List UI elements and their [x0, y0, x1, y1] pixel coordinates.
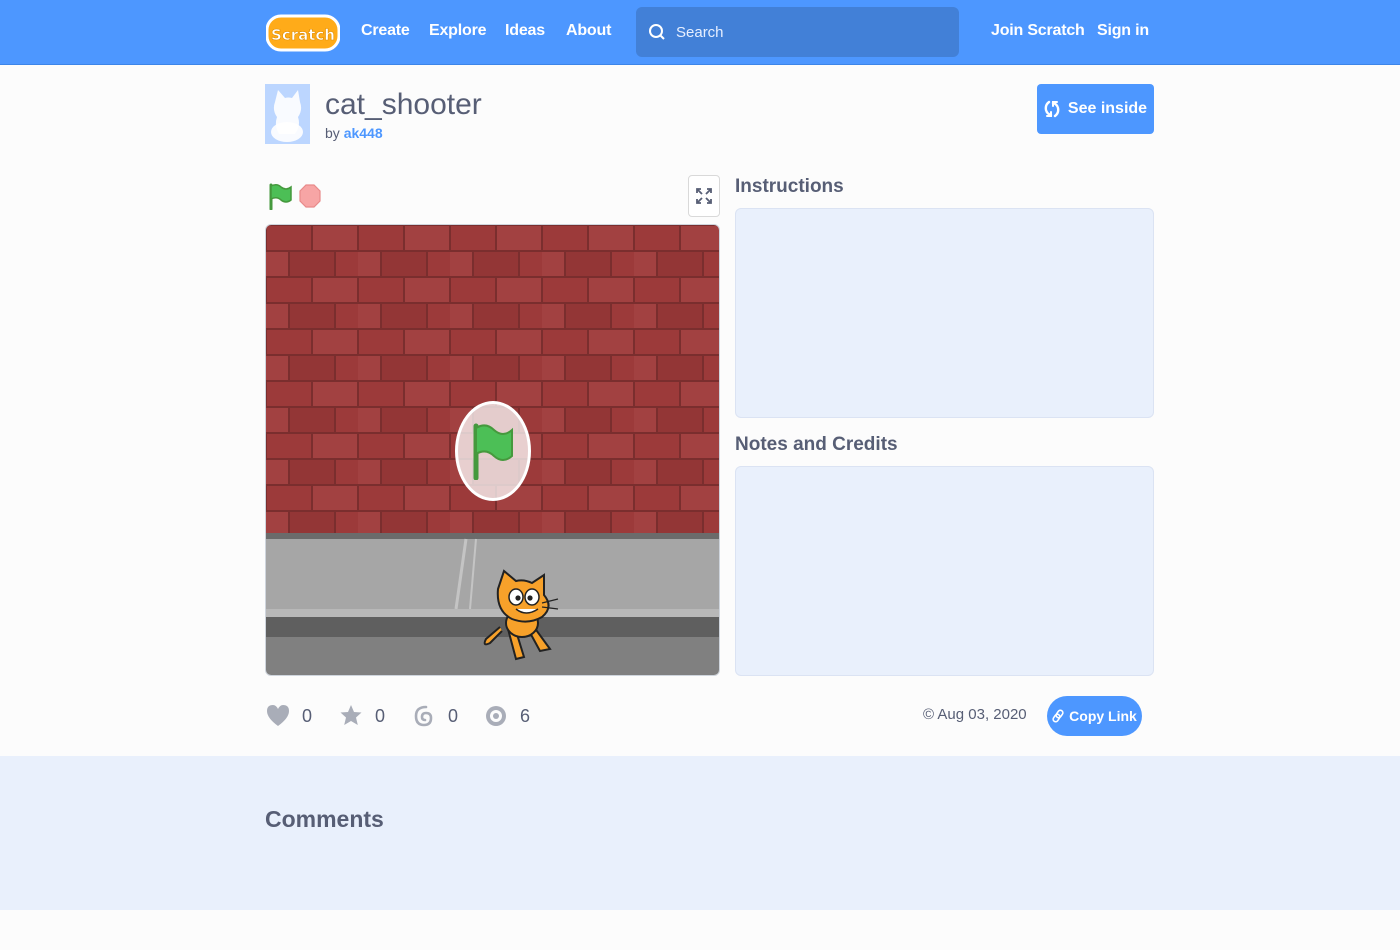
stop-icon[interactable]: [299, 184, 321, 208]
nav-create[interactable]: Create: [361, 22, 410, 40]
project-byline: by ak448: [325, 125, 383, 141]
join-scratch-link[interactable]: Join Scratch: [991, 22, 1085, 40]
favorite-count: 0: [375, 705, 386, 726]
cat-avatar-icon: [265, 84, 310, 144]
favorite-stat[interactable]: 0: [339, 703, 385, 729]
remix-count: 0: [448, 705, 459, 726]
project-date: © Aug 03, 2020: [923, 706, 1027, 723]
project-title: cat_shooter: [325, 88, 482, 121]
love-count: 0: [302, 705, 313, 726]
star-icon: [340, 705, 362, 725]
notes-credits-panel[interactable]: [735, 466, 1154, 676]
comments-section: Comments: [0, 756, 1400, 910]
nav-ideas[interactable]: Ideas: [505, 22, 545, 40]
fullscreen-button[interactable]: [688, 175, 720, 217]
link-icon: [1052, 709, 1064, 723]
remix-spiral-icon: [414, 705, 433, 727]
view-count: 6: [520, 705, 531, 726]
project-stage[interactable]: [265, 224, 720, 676]
remix-stat: 0: [412, 703, 458, 729]
search-icon: [649, 24, 665, 40]
view-stat: 6: [484, 703, 530, 729]
love-stat[interactable]: 0: [266, 703, 312, 729]
search-box: [636, 7, 959, 57]
copy-link-button[interactable]: Copy Link: [1047, 696, 1142, 736]
heart-icon: [267, 705, 289, 726]
nav-explore[interactable]: Explore: [429, 22, 486, 40]
search-input[interactable]: [676, 23, 946, 41]
green-flag-large-icon: [473, 423, 513, 480]
comments-heading: Comments: [265, 806, 384, 832]
eye-icon: [486, 706, 506, 726]
sign-in-link[interactable]: Sign in: [1097, 22, 1149, 40]
nav-about[interactable]: About: [566, 22, 611, 40]
stage-green-flag-overlay[interactable]: [455, 401, 531, 501]
shared-date: Aug 03, 2020: [937, 706, 1027, 723]
scratch-logo[interactable]: Scratch: [266, 14, 340, 52]
green-flag-icon[interactable]: [267, 182, 293, 210]
scratch-logo-text: Scratch: [271, 26, 335, 44]
fullscreen-icon: [696, 188, 712, 204]
instructions-panel[interactable]: [735, 208, 1154, 418]
see-inside-label: See inside: [1067, 100, 1148, 117]
author-link[interactable]: ak448: [344, 125, 383, 141]
navbar: Scratch Create Explore Ideas About Join …: [0, 0, 1400, 65]
by-label: by: [325, 125, 340, 141]
copyright-icon: ©: [923, 706, 935, 723]
notes-credits-heading: Notes and Credits: [735, 434, 898, 455]
instructions-heading: Instructions: [735, 176, 844, 197]
remix-arrows-icon: [1044, 100, 1060, 118]
see-inside-button[interactable]: See inside: [1037, 84, 1154, 134]
author-avatar[interactable]: [265, 84, 310, 144]
copy-link-label: Copy Link: [1069, 708, 1137, 724]
